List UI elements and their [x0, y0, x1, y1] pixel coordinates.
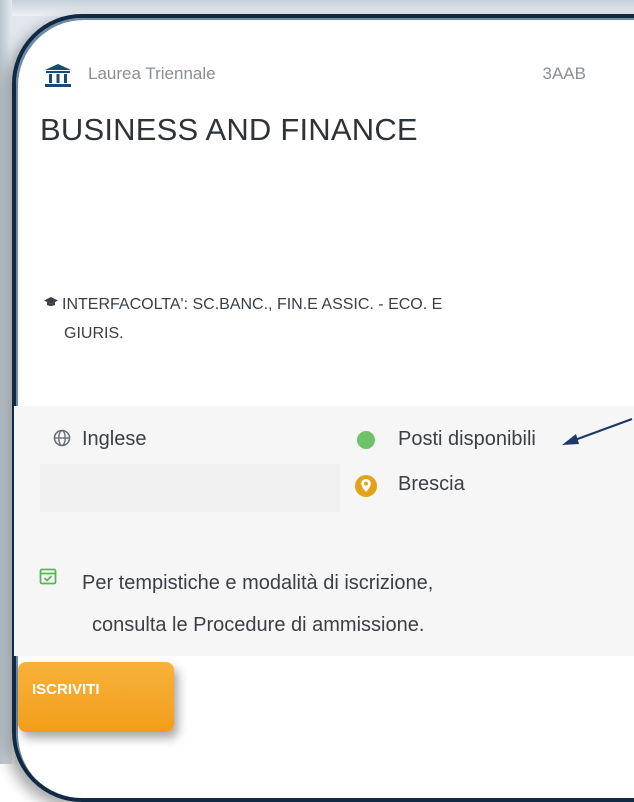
language-label: Inglese: [82, 428, 147, 450]
admission-line-1: Per tempistiche e modalità di iscrizione…: [82, 572, 434, 594]
card-header: Laurea Triennale 3AAB: [44, 62, 604, 88]
enroll-button-label: ISCRIVITI: [32, 680, 100, 698]
availability-label: Posti disponibili: [398, 428, 536, 450]
course-title: BUSINESS AND FINANCE: [40, 112, 418, 147]
admission-info: Per tempistiche e modalità di iscrizione…: [82, 562, 602, 646]
degree-type-label: Laurea Triennale: [88, 64, 216, 83]
institution-icon: [44, 62, 72, 88]
map-pin-icon: [354, 474, 378, 498]
graduation-cap-icon: [44, 288, 62, 317]
arrow-icon: [560, 415, 634, 449]
faculty-line-1: INTERFACOLTA': SC.BANC., FIN.E ASSIC. - …: [62, 296, 443, 313]
faculty-info: INTERFACOLTA': SC.BANC., FIN.E ASSIC. - …: [44, 288, 604, 348]
admission-line-2: consulta le Procedure di ammissione.: [92, 614, 425, 636]
globe-icon: [52, 428, 72, 448]
course-code: 3AAB: [542, 64, 586, 83]
left-edge: [0, 0, 12, 764]
faculty-line-2: GIURIS.: [64, 325, 124, 342]
calendar-check-icon: [38, 566, 58, 586]
info-panel-strip: [40, 464, 340, 512]
status-dot-icon: [357, 431, 375, 449]
location-label: Brescia: [398, 473, 465, 495]
enroll-button[interactable]: ISCRIVITI: [18, 662, 174, 732]
